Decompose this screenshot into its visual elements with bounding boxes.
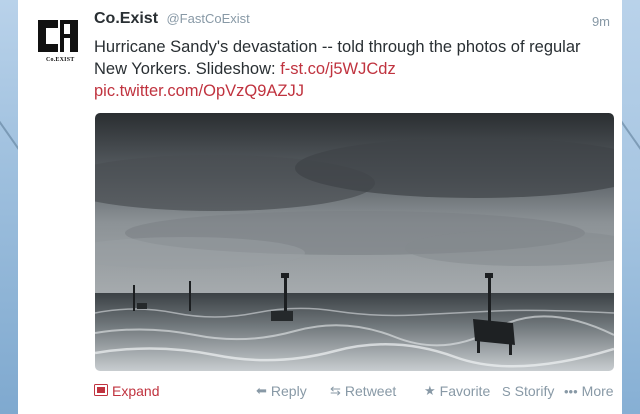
favorite-button[interactable]: ★ Favorite	[424, 383, 490, 399]
author-name[interactable]: Co.Exist	[94, 10, 158, 27]
expand-button[interactable]: Expand	[94, 383, 159, 399]
storify-button[interactable]: S Storify	[502, 383, 554, 399]
more-button[interactable]: ••• More	[564, 383, 614, 399]
photo-icon	[94, 383, 108, 399]
star-icon: ★	[424, 383, 436, 398]
tweet-text-line1: Hurricane Sandy's devastation -- told th…	[94, 38, 581, 56]
author-handle[interactable]: @FastCoExist	[166, 11, 249, 26]
reply-button[interactable]: ⬅ Reply	[256, 383, 307, 399]
tweet-actions: Expand ⬅ Reply ⇆ Retweet ★ Favorite S St…	[94, 383, 618, 405]
storify-icon: S	[502, 383, 511, 399]
favorite-label: Favorite	[439, 383, 491, 399]
avatar-logo-text: Co.EXIST	[46, 57, 75, 63]
background-left-edge	[0, 0, 18, 414]
tweet-card: Co.EXIST Co.Exist @FastCoExist 9m Hurric…	[18, 0, 622, 414]
expand-label: Expand	[112, 383, 160, 399]
retweet-label: Retweet	[344, 383, 397, 399]
tweet-timestamp[interactable]: 9m	[592, 14, 610, 29]
background-right-edge	[622, 0, 640, 414]
slideshow-link[interactable]: f-st.co/j5WJCdz	[280, 60, 396, 78]
retweet-icon: ⇆	[330, 383, 341, 398]
storm-sea-photo	[95, 113, 614, 371]
ellipsis-icon: •••	[564, 383, 578, 399]
retweet-button[interactable]: ⇆ Retweet	[330, 383, 396, 399]
more-label: More	[581, 383, 614, 399]
tweet-text: Hurricane Sandy's devastation -- told th…	[94, 36, 614, 102]
storify-label: Storify	[514, 383, 555, 399]
pic-link[interactable]: pic.twitter.com/OpVzQ9AZJJ	[94, 82, 304, 100]
tweet-photo[interactable]	[95, 113, 614, 371]
tweet-header: Co.Exist @FastCoExist 9m	[94, 10, 616, 32]
reply-arrow-icon: ⬅	[256, 383, 267, 398]
reply-label: Reply	[270, 383, 307, 399]
tweet-text-line2: New Yorkers. Slideshow:	[94, 60, 281, 78]
coexist-logo-icon	[34, 16, 82, 56]
avatar[interactable]: Co.EXIST	[34, 16, 82, 64]
